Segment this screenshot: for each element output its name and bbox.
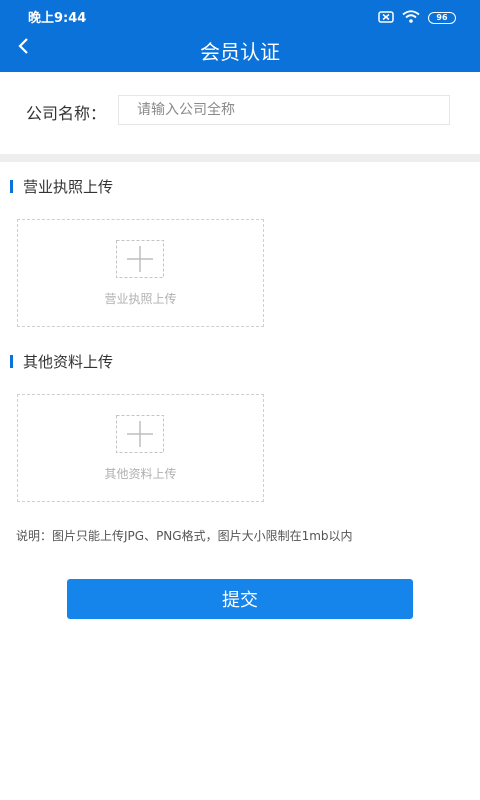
company-row: 公司名称： xyxy=(0,72,480,156)
nav-bar: 会员认证 xyxy=(0,30,480,72)
plus-icon xyxy=(116,415,164,453)
close-box-icon xyxy=(378,8,394,27)
wifi-icon xyxy=(402,8,420,27)
status-bar: 晚上9:44 96 xyxy=(0,0,480,30)
section-divider xyxy=(0,154,480,162)
other-section-title: 其他资料上传 xyxy=(10,351,113,372)
status-icons: 96 xyxy=(378,8,456,27)
company-label: 公司名称： xyxy=(26,104,107,123)
page-title: 会员认证 xyxy=(200,40,280,64)
other-upload-box[interactable]: 其他资料上传 xyxy=(17,394,264,502)
submit-button[interactable]: 提交 xyxy=(67,579,413,619)
license-upload-hint: 营业执照上传 xyxy=(104,292,177,306)
section-marker xyxy=(10,355,13,368)
section-marker xyxy=(10,180,13,193)
other-upload-hint: 其他资料上传 xyxy=(104,467,177,481)
license-section-label: 营业执照上传 xyxy=(23,178,114,196)
other-section-label: 其他资料上传 xyxy=(23,353,114,371)
top-bar: 晚上9:44 96 会员认证 xyxy=(0,0,480,72)
plus-icon xyxy=(116,240,164,278)
license-section-title: 营业执照上传 xyxy=(10,176,113,197)
status-time: 晚上9:44 xyxy=(28,11,87,26)
upload-note: 说明：图片只能上传JPG、PNG格式，图片大小限制在1mb以内 xyxy=(16,529,353,543)
license-upload-box[interactable]: 营业执照上传 xyxy=(17,219,264,327)
battery-icon: 96 xyxy=(428,11,456,24)
company-name-input[interactable] xyxy=(118,95,450,125)
